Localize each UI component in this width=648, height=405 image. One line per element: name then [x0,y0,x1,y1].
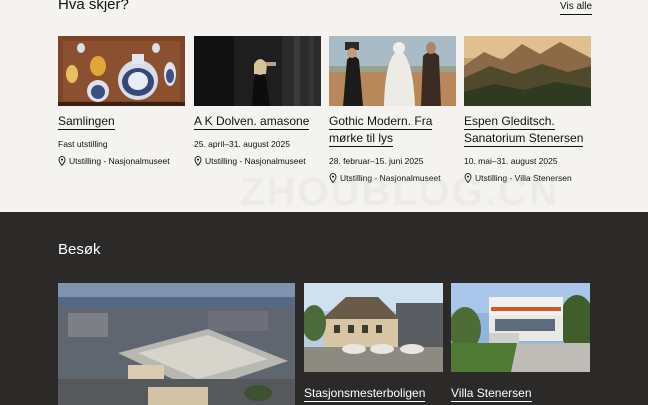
event-image[interactable] [329,36,456,106]
visit-section: Besøk Stasjonsmesterboligen Villa Stener… [0,212,648,405]
event-image[interactable] [464,36,591,106]
visit-image-nasjonalmuseet[interactable] [58,283,295,405]
event-location-text: Utstilling - Nasjonalmuseet [205,156,306,166]
event-date: 28. februar–15. juni 2025 [329,156,424,166]
see-all-link[interactable]: Vis alle [560,1,593,15]
visit-image-villa-stenersen[interactable] [451,283,590,372]
event-date: Fast utstilling [58,139,108,149]
event-title-line1[interactable]: Espen Gleditsch. [464,114,555,130]
event-location: Utstilling - Nasjonalmuseet [58,156,185,166]
visit-label-villa-stenersen[interactable]: Villa Stenersen [451,386,532,402]
visit-heading: Besøk [58,241,101,258]
event-image[interactable] [58,36,185,106]
event-card-collection[interactable]: Samlingen Fast utstilling Utstilling - N… [58,36,185,166]
event-title[interactable]: Samlingen [58,114,115,130]
event-title-line2[interactable]: mørke til lys [329,131,393,147]
event-card-dolven[interactable]: A K Dolven. amasone 25. april–31. august… [194,36,321,166]
whats-on-section: Hva skjer? Vis alle Samlingen Fast utsti… [0,0,648,214]
visit-label-stasjonsmesterboligen[interactable]: Stasjonsmesterboligen [304,386,426,402]
event-location: Utstilling - Nasjonalmuseet [194,156,321,166]
event-image[interactable] [194,36,321,106]
visit-image-stasjonsmesterboligen[interactable] [304,283,443,372]
event-location-text: Utstilling - Nasjonalmuseet [69,156,170,166]
event-card-gothic-modern[interactable]: Gothic Modern. Fra mørke til lys 28. febr… [329,36,456,183]
map-pin-icon [194,156,202,166]
event-title-line2[interactable]: Sanatorium Stenersen [464,131,584,147]
map-pin-icon [58,156,66,166]
whats-on-heading: Hva skjer? [58,0,129,13]
event-card-gleditsch[interactable]: Espen Gleditsch. Sanatorium Stenersen 10.… [464,36,591,183]
watermark: ZHOUBLOG.CN [240,170,560,214]
event-date: 25. april–31. august 2025 [194,139,290,149]
event-title-line1[interactable]: Gothic Modern. Fra [329,114,433,130]
event-title[interactable]: A K Dolven. amasone [194,114,310,130]
event-date: 10. mai–31. august 2025 [464,156,558,166]
